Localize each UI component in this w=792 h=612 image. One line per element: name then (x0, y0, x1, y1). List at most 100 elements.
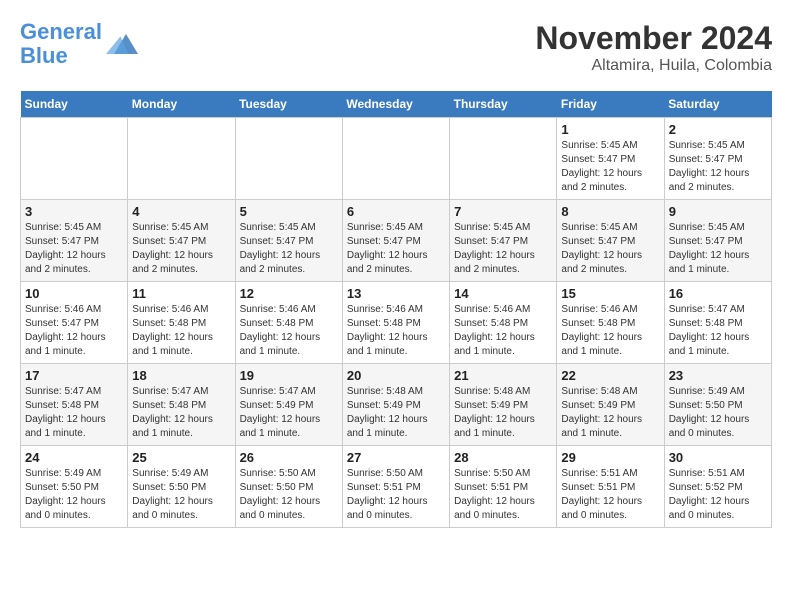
calendar-cell: 19Sunrise: 5:47 AM Sunset: 5:49 PM Dayli… (235, 364, 342, 446)
calendar-cell: 17 Sunrise: 5:47 AM Sunset: 5:48 PM Dayli… (21, 364, 128, 446)
calendar-cell: 2 Sunrise: 5:45 AM Sunset: 5:47 PM Daylig… (664, 118, 771, 200)
page-title: November 2024 (535, 20, 772, 57)
day-number: 30 (669, 450, 767, 465)
calendar-cell (342, 118, 449, 200)
day-number: 23 (669, 368, 767, 383)
title-block: November 2024 Altamira, Huila, Colombia (535, 20, 772, 75)
logo-text: General Blue (20, 20, 102, 68)
calendar-cell: 23 Sunrise: 5:49 AM Sunset: 5:50 PM Dayli… (664, 364, 771, 446)
calendar-cell (21, 118, 128, 200)
calendar-cell: 5 Sunrise: 5:45 AM Sunset: 5:47 PM Daylig… (235, 200, 342, 282)
day-info: Sunrise: 5:47 AM Sunset: 5:48 PM Dayligh… (669, 303, 767, 359)
calendar-cell: 10Sunrise: 5:46 AM Sunset: 5:47 PM Dayli… (21, 282, 128, 364)
calendar-cell: 20 Sunrise: 5:48 AM Sunset: 5:49 PM Dayli… (342, 364, 449, 446)
day-number: 26 (240, 450, 338, 465)
day-info: Sunrise: 5:47 AM Sunset: 5:48 PM Dayligh… (25, 385, 123, 441)
logo-icon (106, 28, 138, 60)
calendar-cell: 7Sunrise: 5:45 AM Sunset: 5:47 PM Daylig… (450, 200, 557, 282)
day-number: 5 (240, 204, 338, 219)
calendar-cell: 12Sunrise: 5:46 AM Sunset: 5:48 PM Dayli… (235, 282, 342, 364)
logo-line2: Blue (20, 43, 68, 68)
header-day-monday: Monday (128, 91, 235, 118)
day-info: Sunrise: 5:49 AM Sunset: 5:50 PM Dayligh… (669, 385, 767, 441)
calendar-cell: 29 Sunrise: 5:51 AM Sunset: 5:51 PM Dayli… (557, 446, 664, 528)
calendar-cell: 15 Sunrise: 5:46 AM Sunset: 5:48 PM Dayli… (557, 282, 664, 364)
day-number: 28 (454, 450, 552, 465)
day-info: Sunrise: 5:45 AM Sunset: 5:47 PM Dayligh… (561, 221, 659, 277)
day-info: Sunrise: 5:46 AM Sunset: 5:48 PM Dayligh… (347, 303, 445, 359)
calendar-body: 1 Sunrise: 5:45 AM Sunset: 5:47 PM Daylig… (21, 118, 772, 528)
calendar-cell: 30 Sunrise: 5:51 AM Sunset: 5:52 PM Dayli… (664, 446, 771, 528)
calendar-table: SundayMondayTuesdayWednesdayThursdayFrid… (20, 91, 772, 528)
day-number: 24 (25, 450, 123, 465)
calendar-header: SundayMondayTuesdayWednesdayThursdayFrid… (21, 91, 772, 118)
day-number: 6 (347, 204, 445, 219)
calendar-cell: 14Sunrise: 5:46 AM Sunset: 5:48 PM Dayli… (450, 282, 557, 364)
day-info: Sunrise: 5:46 AM Sunset: 5:48 PM Dayligh… (561, 303, 659, 359)
header-row: SundayMondayTuesdayWednesdayThursdayFrid… (21, 91, 772, 118)
calendar-cell: 18Sunrise: 5:47 AM Sunset: 5:48 PM Dayli… (128, 364, 235, 446)
day-info: Sunrise: 5:49 AM Sunset: 5:50 PM Dayligh… (132, 467, 230, 523)
week-row-1: 3Sunrise: 5:45 AM Sunset: 5:47 PM Daylig… (21, 200, 772, 282)
day-info: Sunrise: 5:48 AM Sunset: 5:49 PM Dayligh… (454, 385, 552, 441)
calendar-cell: 28 Sunrise: 5:50 AM Sunset: 5:51 PM Dayli… (450, 446, 557, 528)
header-day-wednesday: Wednesday (342, 91, 449, 118)
day-info: Sunrise: 5:51 AM Sunset: 5:52 PM Dayligh… (669, 467, 767, 523)
day-number: 10 (25, 286, 123, 301)
day-number: 11 (132, 286, 230, 301)
week-row-0: 1 Sunrise: 5:45 AM Sunset: 5:47 PM Daylig… (21, 118, 772, 200)
day-info: Sunrise: 5:48 AM Sunset: 5:49 PM Dayligh… (561, 385, 659, 441)
day-number: 4 (132, 204, 230, 219)
calendar-cell: 6 Sunrise: 5:45 AM Sunset: 5:47 PM Daylig… (342, 200, 449, 282)
calendar-cell: 25Sunrise: 5:49 AM Sunset: 5:50 PM Dayli… (128, 446, 235, 528)
page-subtitle: Altamira, Huila, Colombia (535, 57, 772, 75)
day-number: 16 (669, 286, 767, 301)
day-number: 9 (669, 204, 767, 219)
day-number: 13 (347, 286, 445, 301)
calendar-cell: 16 Sunrise: 5:47 AM Sunset: 5:48 PM Dayli… (664, 282, 771, 364)
calendar-cell: 21Sunrise: 5:48 AM Sunset: 5:49 PM Dayli… (450, 364, 557, 446)
day-info: Sunrise: 5:50 AM Sunset: 5:50 PM Dayligh… (240, 467, 338, 523)
day-info: Sunrise: 5:51 AM Sunset: 5:51 PM Dayligh… (561, 467, 659, 523)
day-number: 7 (454, 204, 552, 219)
calendar-cell: 24Sunrise: 5:49 AM Sunset: 5:50 PM Dayli… (21, 446, 128, 528)
header-day-saturday: Saturday (664, 91, 771, 118)
day-number: 15 (561, 286, 659, 301)
day-info: Sunrise: 5:45 AM Sunset: 5:47 PM Dayligh… (132, 221, 230, 277)
calendar-cell: 13 Sunrise: 5:46 AM Sunset: 5:48 PM Dayli… (342, 282, 449, 364)
day-info: Sunrise: 5:45 AM Sunset: 5:47 PM Dayligh… (347, 221, 445, 277)
day-info: Sunrise: 5:46 AM Sunset: 5:48 PM Dayligh… (454, 303, 552, 359)
week-row-4: 24 Sunrise: 5:49 AM Sunset: 5:50 PM Dayli… (21, 446, 772, 528)
calendar-cell (450, 118, 557, 200)
calendar-cell: 22 Sunrise: 5:48 AM Sunset: 5:49 PM Dayli… (557, 364, 664, 446)
calendar-cell: 11 Sunrise: 5:46 AM Sunset: 5:48 PM Dayli… (128, 282, 235, 364)
day-number: 17 (25, 368, 123, 383)
day-info: Sunrise: 5:45 AM Sunset: 5:47 PM Dayligh… (240, 221, 338, 277)
day-info: Sunrise: 5:50 AM Sunset: 5:51 PM Dayligh… (347, 467, 445, 523)
calendar-cell: 1Sunrise: 5:45 AM Sunset: 5:47 PM Daylig… (557, 118, 664, 200)
day-info: Sunrise: 5:45 AM Sunset: 5:47 PM Dayligh… (669, 221, 767, 277)
calendar-cell: 26 Sunrise: 5:50 AM Sunset: 5:50 PM Dayli… (235, 446, 342, 528)
week-row-3: 17 Sunrise: 5:47 AM Sunset: 5:48 PM Dayli… (21, 364, 772, 446)
day-info: Sunrise: 5:50 AM Sunset: 5:51 PM Dayligh… (454, 467, 552, 523)
day-number: 18 (132, 368, 230, 383)
calendar-cell: 9 Sunrise: 5:45 AM Sunset: 5:47 PM Daylig… (664, 200, 771, 282)
day-number: 29 (561, 450, 659, 465)
calendar-cell: 3Sunrise: 5:45 AM Sunset: 5:47 PM Daylig… (21, 200, 128, 282)
day-number: 8 (561, 204, 659, 219)
calendar-cell (235, 118, 342, 200)
header-day-friday: Friday (557, 91, 664, 118)
day-number: 1 (561, 122, 659, 137)
day-number: 20 (347, 368, 445, 383)
day-info: Sunrise: 5:46 AM Sunset: 5:48 PM Dayligh… (132, 303, 230, 359)
day-info: Sunrise: 5:46 AM Sunset: 5:48 PM Dayligh… (240, 303, 338, 359)
day-number: 27 (347, 450, 445, 465)
logo: General Blue (20, 20, 138, 68)
day-number: 19 (240, 368, 338, 383)
calendar-cell: 8 Sunrise: 5:45 AM Sunset: 5:47 PM Daylig… (557, 200, 664, 282)
day-info: Sunrise: 5:45 AM Sunset: 5:47 PM Dayligh… (669, 139, 767, 195)
day-number: 22 (561, 368, 659, 383)
logo-line1: General (20, 19, 102, 44)
day-number: 2 (669, 122, 767, 137)
day-info: Sunrise: 5:48 AM Sunset: 5:49 PM Dayligh… (347, 385, 445, 441)
